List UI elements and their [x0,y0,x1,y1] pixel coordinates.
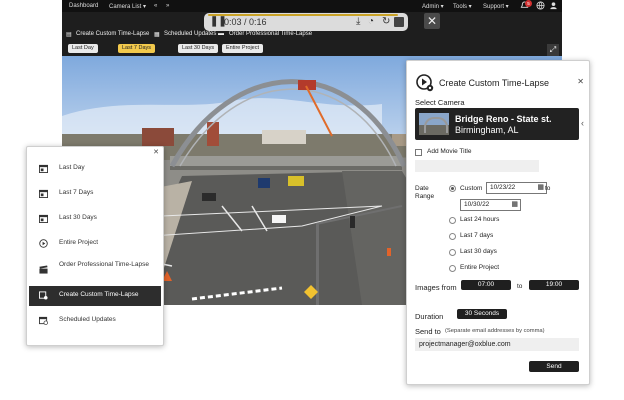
chevron-left-icon[interactable]: ‹ [581,118,584,128]
globe-icon[interactable] [536,1,545,12]
timelapse-gear-icon [416,74,434,92]
play-circle-icon [39,239,48,248]
video-player-controls: ❚❚ 0:03 / 0:16 ⤓ ◔ ↻ [204,13,408,31]
nav-support[interactable]: Support ▾ [483,3,509,10]
add-movie-title-label: Add Movie Title [427,148,472,155]
camera-name: Bridge Reno - State st. [455,114,552,124]
entire-project-radio[interactable] [449,265,456,272]
create-timelapse-form: Create Custom Time-Lapse ✕ Select Camera… [406,60,590,385]
film-gear-icon [39,291,48,300]
user-icon[interactable] [549,1,558,12]
volume-icon[interactable] [394,17,404,27]
calendar-icon [39,214,48,223]
calendar-icon: ▦ [154,32,160,38]
last-7-days-label: Last 7 days [460,232,494,239]
range-buttons: Last Day Last 7 Days Last 30 Days Entire… [62,42,562,56]
calendar-icon: ▦ [537,184,544,191]
subtoolbar: ▤ Create Custom Time-Lapse ▦ Scheduled U… [62,30,562,40]
to-label: to [545,185,551,192]
notification-badge: 5 [525,0,532,7]
nav-camera-list[interactable]: Camera List ▾ [109,3,146,10]
last-24-hours-label: Last 24 hours [460,216,500,223]
duration-select[interactable]: 30 Seconds [457,309,507,319]
next-camera-icon[interactable]: » [166,3,169,9]
range-last-30-days-button[interactable]: Last 30 Days [178,44,219,53]
range-last-7-days-button[interactable]: Last 7 Days [118,44,156,53]
last-30-days-radio[interactable] [449,249,456,256]
time-display: 0:03 / 0:16 [224,17,267,27]
clapperboard-icon [39,265,48,274]
last-30-days-label: Last 30 days [460,248,497,255]
schedule-icon [39,316,48,325]
timelapse-menu-popup: ✕ Last Day Last 7 Days Last 30 Days Enti… [26,146,164,346]
date-range-label: Date Range [415,185,435,200]
nav-admin[interactable]: Admin ▾ [422,3,444,10]
camera-selector[interactable]: Bridge Reno - State st. Birmingham, AL [415,108,579,140]
date-from-input[interactable]: 10/23/22 ▦ [486,182,547,194]
nav-dashboard[interactable]: Dashboard [69,3,98,9]
film-icon: ▤ [66,32,72,38]
clapperboard-icon: ▬ [218,31,224,37]
menu-item-last-day[interactable]: Last Day [29,159,161,179]
camera-thumbnail [419,113,449,135]
time-to-label: to [517,283,523,290]
subbar-scheduled-link[interactable]: Scheduled Updates [164,31,216,37]
send-to-label: Send to [415,327,441,336]
download-icon[interactable]: ⤓ [356,16,360,27]
expand-icon[interactable]: ⤢ [547,44,559,56]
menu-item-last-30-days[interactable]: Last 30 Days [29,209,161,229]
email-input[interactable]: projectmanager@oxblue.com [415,338,579,351]
custom-label: Custom [460,185,483,192]
date-to-input[interactable]: 10/30/22 ▦ [460,199,521,211]
time-from-select[interactable]: 07:00 [461,280,511,290]
menu-item-order-professional[interactable]: Order Professional Time-Lapse [29,257,161,281]
entire-project-label: Entire Project [460,264,500,271]
duration-label: Duration [415,312,444,321]
top-navigation: Dashboard Camera List ▾ « » Admin ▾ Tool… [62,0,562,12]
movie-title-input[interactable] [415,160,539,172]
send-button[interactable]: Send [529,361,579,372]
range-entire-project-button[interactable]: Entire Project [222,44,264,53]
add-movie-title-checkbox[interactable] [415,149,422,156]
last-7-days-radio[interactable] [449,233,456,240]
menu-item-scheduled-updates[interactable]: Scheduled Updates [29,311,161,331]
menu-item-last-7-days[interactable]: Last 7 Days [29,184,161,204]
loop-icon[interactable]: ↻ [382,16,390,27]
range-last-day-button[interactable]: Last Day [68,44,98,53]
subbar-order-link[interactable]: Order Professional Time-Lapse [229,31,312,37]
last-24-hours-radio[interactable] [449,217,456,224]
nav-tools[interactable]: Tools ▾ [453,3,472,10]
subbar-create-link[interactable]: Create Custom Time-Lapse [76,31,149,37]
calendar-icon [39,164,48,173]
send-to-note: (Separate email addresses by comma) [445,328,545,334]
form-title: Create Custom Time-Lapse [439,78,550,88]
close-icon[interactable]: ✕ [424,13,440,29]
camera-location: Birmingham, AL [455,125,519,135]
custom-radio[interactable] [449,185,456,192]
speed-icon[interactable]: ◔ [368,16,374,27]
calendar-icon: ▦ [511,201,518,208]
time-to-select[interactable]: 19:00 [529,280,579,290]
menu-item-create-custom[interactable]: Create Custom Time-Lapse [29,286,161,306]
prev-camera-icon[interactable]: « [154,3,157,9]
form-close-icon[interactable]: ✕ [577,77,584,86]
calendar-icon [39,189,48,198]
menu-close-icon[interactable]: ✕ [153,148,159,156]
select-camera-label: Select Camera [415,98,465,107]
images-from-label: Images from [415,283,457,292]
menu-item-entire-project[interactable]: Entire Project [29,234,161,254]
